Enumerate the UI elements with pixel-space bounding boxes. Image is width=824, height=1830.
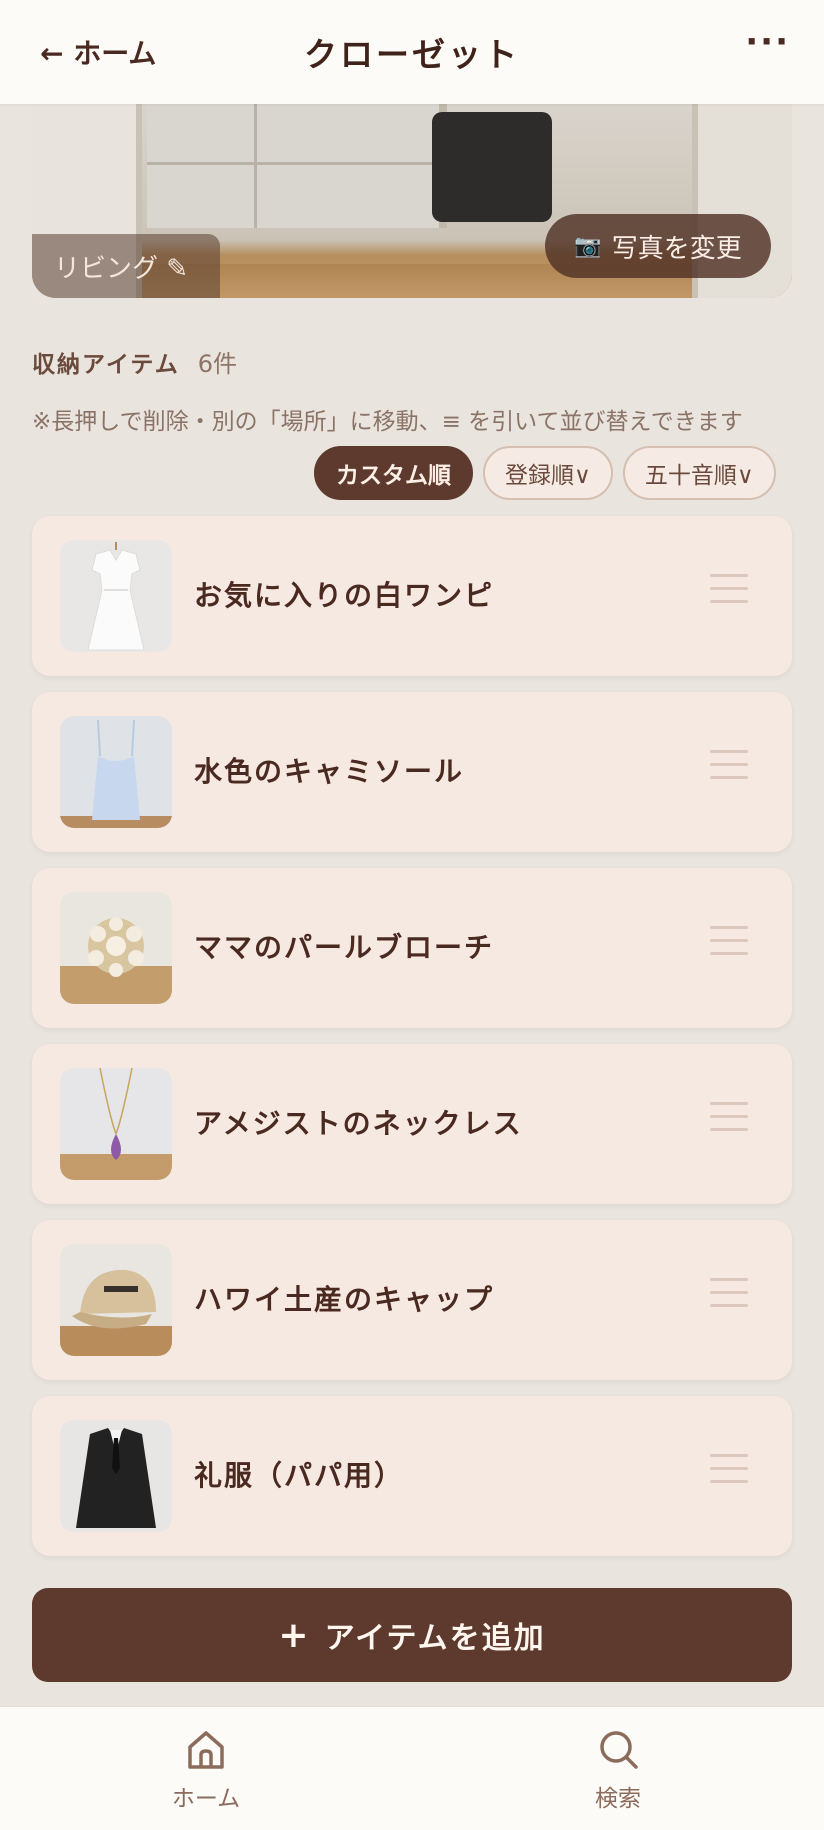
list-item[interactable]: アメジストのネックレス [32,1044,792,1204]
location-name-edit-button[interactable]: リビング ✎ [32,234,220,298]
app-header: ← ホーム クローゼット ··· [0,0,824,104]
list-item[interactable]: ママのパールブローチ [32,868,792,1028]
plus-icon: + [278,1614,311,1656]
bottom-navigation: ホーム 検索 [0,1706,824,1830]
drag-handle-icon[interactable] [710,574,748,614]
search-icon [600,1731,638,1769]
list-item[interactable]: ハワイ土産のキャップ [32,1220,792,1380]
list-item[interactable]: お気に入りの白ワンピ [32,516,792,676]
sort-alphabetical-button[interactable]: 五十音順∨ [622,446,776,500]
add-item-button[interactable]: + アイテムを追加 [32,1588,792,1682]
nav-home-label: ホーム [171,1786,241,1812]
item-name: 水色のキャミソール [194,755,465,788]
item-thumbnail-white-dress [60,540,172,652]
sort-custom-button[interactable]: カスタム順 [314,446,473,500]
back-label[interactable]: ← ホーム [40,32,156,72]
nav-search-label: 検索 [595,1786,641,1812]
usage-hint: ※長押しで削除・別の「場所」に移動、≡ を引いて並び替えできます [32,409,743,435]
drag-handle-icon[interactable] [710,926,748,966]
sort-registered-button[interactable]: 登録順∨ [483,446,613,500]
sort-options: カスタム順 登録順∨ 五十音順∨ [314,446,776,500]
section-title: 収納アイテム [32,352,180,378]
page-title: クローゼット [304,35,520,74]
home-icon [188,1731,224,1769]
camera-icon: 📷 [574,233,602,259]
item-thumbnail-amethyst-necklace [60,1068,172,1180]
item-name: お気に入りの白ワンピ [194,579,495,612]
item-thumbnail-pearl-brooch [60,892,172,1004]
back-button[interactable]: ← ホーム [40,32,156,72]
location-label: リビング ✎ [54,253,189,284]
more-menu-button[interactable]: ··· [745,22,790,62]
add-item-label: アイテムを追加 [324,1621,546,1656]
item-thumbnail-blue-camisole [60,716,172,828]
drag-handle-icon[interactable] [710,1454,748,1494]
list-item[interactable]: 礼服（パパ用） [32,1396,792,1556]
nav-search[interactable]: 検索 [548,1727,688,1813]
section-header: 収納アイテム 6件 [32,344,237,379]
change-photo-label: 写真を変更 [611,233,742,264]
item-name: アメジストのネックレス [194,1107,523,1140]
item-name: ハワイ土産のキャップ [194,1283,495,1316]
change-photo-button[interactable]: 📷 写真を変更 [545,214,771,278]
item-thumbnail-beige-cap [60,1244,172,1356]
item-name: 礼服（パパ用） [194,1459,405,1492]
nav-home[interactable]: ホーム [136,1727,276,1813]
item-count: 6件 [197,350,237,378]
item-thumbnail-black-suit [60,1420,172,1532]
item-name: ママのパールブローチ [194,931,495,964]
drag-handle-icon[interactable] [710,1102,748,1142]
drag-handle-icon[interactable] [710,750,748,790]
list-item[interactable]: 水色のキャミソール [32,692,792,852]
drag-handle-icon[interactable] [710,1278,748,1318]
